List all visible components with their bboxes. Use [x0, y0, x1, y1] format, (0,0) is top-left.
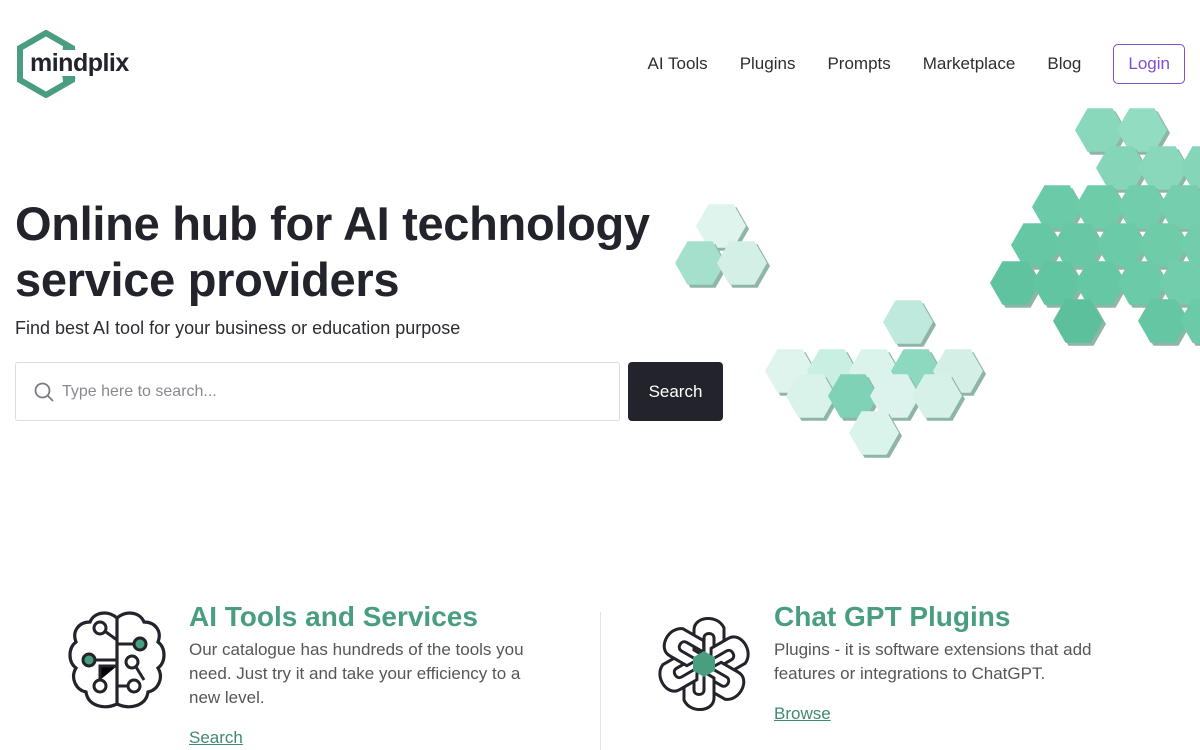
description-line: new level. [189, 688, 265, 707]
feature-title: Chat GPT Plugins [774, 601, 1011, 632]
feature-description: Our catalogue has hundreds of the tools … [189, 638, 524, 710]
feature-card-ai-tools: AI Tools and Services Our catalogue has … [189, 590, 524, 748]
nav-item-plugins[interactable]: Plugins [740, 44, 796, 84]
nav-item-marketplace[interactable]: Marketplace [923, 44, 1016, 84]
brain-circuit-icon [68, 610, 166, 719]
login-button[interactable]: Login [1113, 44, 1185, 84]
main-nav: AI Tools Plugins Prompts Marketplace Blo… [648, 44, 1185, 84]
hero-title-line-1: Online hub for AI technology [15, 197, 650, 250]
feature-description: Plugins - it is software extensions that… [774, 638, 1092, 686]
search-field[interactable] [15, 362, 620, 421]
nav-item-ai-tools[interactable]: AI Tools [648, 44, 708, 84]
browse-plugins-link[interactable]: Browse [774, 704, 831, 724]
logo-text: mindplix [29, 49, 130, 77]
description-line: Plugins - it is software extensions that… [774, 640, 1092, 659]
hero-title-line-2: service providers [15, 253, 400, 306]
feature-title: AI Tools and Services [189, 601, 478, 632]
nav-item-prompts[interactable]: Prompts [827, 44, 890, 84]
feature-card-plugins: Chat GPT Plugins Plugins - it is softwar… [774, 590, 1092, 724]
hexagon-cluster-illustration [675, 108, 1200, 458]
description-line: need. Just try it and take your efficien… [189, 664, 521, 683]
logo[interactable]: mindplix [16, 30, 136, 98]
nav-item-blog[interactable]: Blog [1047, 44, 1081, 84]
hero-subtitle: Find best AI tool for your business or e… [15, 318, 461, 338]
chatgpt-logo-icon [654, 614, 754, 719]
search-input[interactable] [62, 382, 582, 401]
search-icon [34, 382, 54, 401]
features-section: AI Tools and Services Our catalogue has … [0, 590, 1200, 750]
search-tools-link[interactable]: Search [189, 728, 243, 748]
hero-title: Online hub for AI technology service pro… [15, 196, 650, 308]
description-line: Our catalogue has hundreds of the tools … [189, 640, 524, 659]
section-divider [600, 612, 601, 750]
description-line: features or integrations to ChatGPT. [774, 664, 1046, 683]
